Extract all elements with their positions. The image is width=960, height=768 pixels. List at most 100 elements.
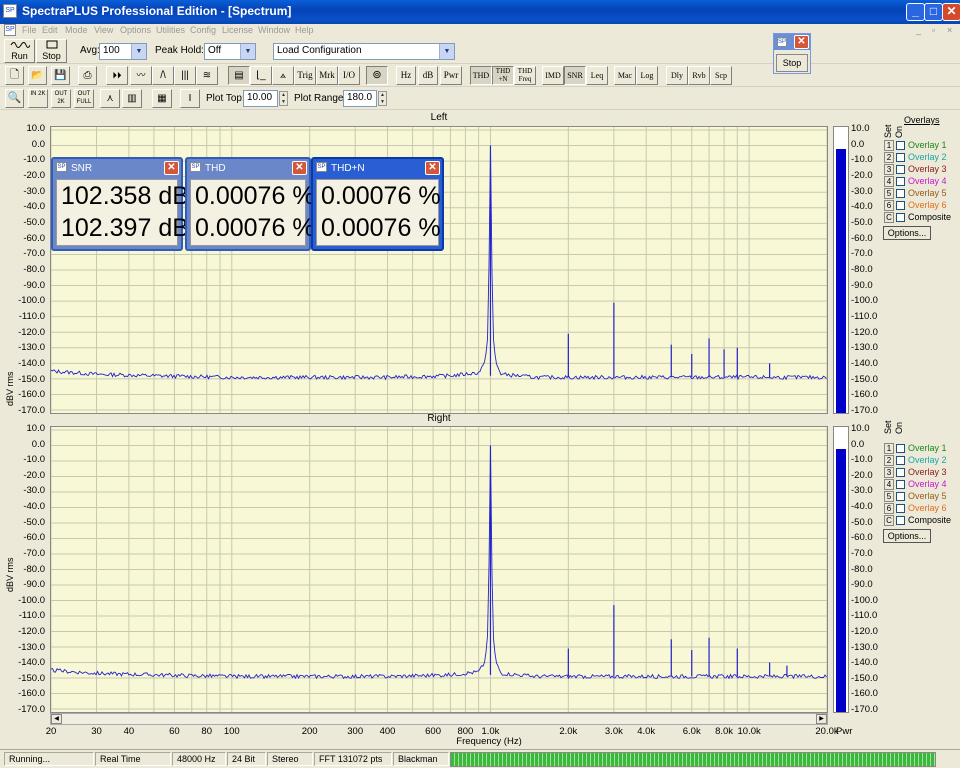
stop-window-button[interactable]: Stop — [776, 54, 808, 72]
menu-options[interactable]: Options — [120, 25, 151, 35]
snr-button[interactable]: SNR — [564, 66, 586, 85]
overlay-set-button[interactable]: 2 — [884, 152, 894, 163]
stop-window-close-icon[interactable]: ✕ — [794, 35, 809, 49]
overlay-checkbox[interactable] — [896, 468, 905, 477]
phase-icon[interactable]: ⟑ — [272, 66, 294, 85]
zoom-icon[interactable]: 🔍 — [5, 89, 24, 108]
menu-file[interactable]: File — [22, 25, 37, 35]
io-button[interactable]: I/O — [338, 66, 360, 85]
ramp-icon[interactable]: /\ — [152, 66, 174, 85]
thd-meter-title[interactable]: THD — [189, 161, 307, 177]
overlay-set-button[interactable]: 4 — [884, 479, 894, 490]
pwr-button[interactable]: Pwr — [440, 66, 462, 85]
stop-button[interactable]: Stop — [36, 39, 67, 63]
scroll-right-icon[interactable]: ▶ — [816, 714, 827, 724]
overlay-checkbox[interactable] — [896, 456, 905, 465]
leq-button[interactable]: Leq — [586, 66, 608, 85]
overlay-row[interactable]: 2 Overlay 2 — [884, 455, 947, 467]
thd-meter-window[interactable]: THD SP ✕ 0.00076 % 0.00076 % — [185, 157, 315, 251]
overlay-row[interactable]: 1 Overlay 1 — [884, 443, 947, 455]
menu-window[interactable]: Window — [258, 25, 290, 35]
overlay-set-button[interactable]: 3 — [884, 467, 894, 478]
overlay-row[interactable]: 3 Overlay 3 — [884, 467, 947, 479]
burst-icon[interactable]: ||| — [174, 66, 196, 85]
thd-button[interactable]: THD — [470, 66, 492, 85]
mac-button[interactable]: Mac — [614, 66, 636, 85]
overlay-checkbox[interactable] — [896, 177, 905, 186]
menu-view[interactable]: View — [94, 25, 113, 35]
overlay-set-button[interactable]: 2 — [884, 455, 894, 466]
hz-button[interactable]: Hz — [396, 66, 416, 85]
chevron-down-icon[interactable]: ▼ — [439, 44, 454, 59]
overlay-row[interactable]: 6 Overlay 6 — [884, 200, 947, 212]
trig-button[interactable]: Trig — [294, 66, 316, 85]
overlay-set-button[interactable]: 1 — [884, 140, 894, 151]
thd-n-meter-title[interactable]: THD+N — [315, 161, 440, 177]
close-button[interactable]: ✕ — [942, 3, 960, 21]
overlay-row[interactable]: C Composite — [884, 212, 951, 224]
app-icon[interactable]: SP — [3, 4, 17, 18]
overlay-set-button[interactable]: 3 — [884, 164, 894, 175]
overlay-set-button[interactable]: 6 — [884, 503, 894, 514]
stop-window-titlebar[interactable]: SP ✕ — [774, 34, 810, 50]
plot-top-spinner[interactable]: ▲ ▼ — [279, 91, 288, 106]
overlay-checkbox[interactable] — [896, 165, 905, 174]
mdi-minimize-button[interactable]: _ — [916, 25, 921, 35]
overlay-row[interactable]: 3 Overlay 3 — [884, 164, 947, 176]
menu-edit[interactable]: Edit — [42, 25, 58, 35]
menu-help[interactable]: Help — [295, 25, 314, 35]
scp-button[interactable]: Scp — [710, 66, 732, 85]
overlay-row[interactable]: 5 Overlay 5 — [884, 188, 947, 200]
scope-icon[interactable]: ⊚ — [366, 66, 388, 85]
mdi-restore-button[interactable]: ▫ — [932, 25, 935, 35]
generator-icon[interactable]: ≋ — [196, 66, 218, 85]
plot-top-input[interactable]: 10.00 — [243, 90, 278, 107]
mrk-button[interactable]: Mrk — [316, 66, 338, 85]
snr-meter-title[interactable]: SNR — [55, 161, 179, 177]
overlay-checkbox[interactable] — [896, 504, 905, 513]
plot-range-input[interactable]: 180.0 — [343, 90, 377, 107]
thd-freq-button[interactable]: THD Freq — [514, 66, 536, 85]
thd-n-button[interactable]: THD +N — [492, 66, 514, 85]
restore-button[interactable]: □ — [924, 3, 943, 21]
overlay-set-button[interactable]: 1 — [884, 443, 894, 454]
overlay-set-button[interactable]: 5 — [884, 491, 894, 502]
mdi-close-button[interactable]: × — [947, 25, 952, 35]
overlay-set-button[interactable]: 6 — [884, 200, 894, 211]
histogram-icon[interactable]: ▥ — [122, 89, 142, 108]
overlay-checkbox[interactable] — [896, 141, 905, 150]
in-2k-button[interactable]: IN 2K — [28, 89, 48, 108]
cursor-icon[interactable]: I — [180, 89, 200, 108]
chevron-down-icon[interactable]: ▼ — [131, 44, 146, 59]
overlay-checkbox[interactable] — [896, 480, 905, 489]
configuration-select[interactable]: Load Configuration ▼ — [273, 43, 455, 60]
overlay-row[interactable]: 6 Overlay 6 — [884, 503, 947, 515]
overlay-checkbox[interactable] — [896, 444, 905, 453]
document-icon[interactable]: SP — [4, 24, 16, 36]
overlay-row[interactable]: C Composite — [884, 515, 951, 527]
db-button[interactable]: dB — [418, 66, 438, 85]
imd-button[interactable]: IMD — [542, 66, 564, 85]
overlay-checkbox[interactable] — [896, 189, 905, 198]
menu-mode[interactable]: Mode — [65, 25, 88, 35]
new-file-icon[interactable]: 🗋 — [5, 66, 24, 85]
out-full-button[interactable]: OUT FULL — [74, 89, 94, 108]
log-button[interactable]: Log — [636, 66, 658, 85]
scroll-left-icon[interactable]: ◀ — [51, 714, 62, 724]
minimize-button[interactable]: _ — [906, 3, 925, 21]
out-2k-button[interactable]: OUT 2K — [51, 89, 71, 108]
run-button[interactable]: Run — [4, 39, 35, 63]
overlay-set-button[interactable]: 4 — [884, 176, 894, 187]
menu-config[interactable]: Config — [190, 25, 216, 35]
dly-button[interactable]: Dly — [666, 66, 688, 85]
open-folder-icon[interactable]: 📂 — [28, 66, 47, 85]
peak-hold-select[interactable]: Off ▼ — [204, 43, 256, 60]
overlay-checkbox[interactable] — [896, 213, 905, 222]
overlay-checkbox[interactable] — [896, 153, 905, 162]
fast-forward-icon[interactable]: ⏵⏵ — [106, 66, 128, 85]
overlay-checkbox[interactable] — [896, 492, 905, 501]
title-bar[interactable]: SP SpectraPLUS Professional Edition - [S… — [0, 0, 960, 24]
chevron-down-icon[interactable]: ▼ — [240, 44, 255, 59]
snr-meter-window[interactable]: SNR SP ✕ 102.358 dB 102.397 dB — [51, 157, 189, 251]
snr-meter-close-icon[interactable]: ✕ — [164, 161, 179, 175]
